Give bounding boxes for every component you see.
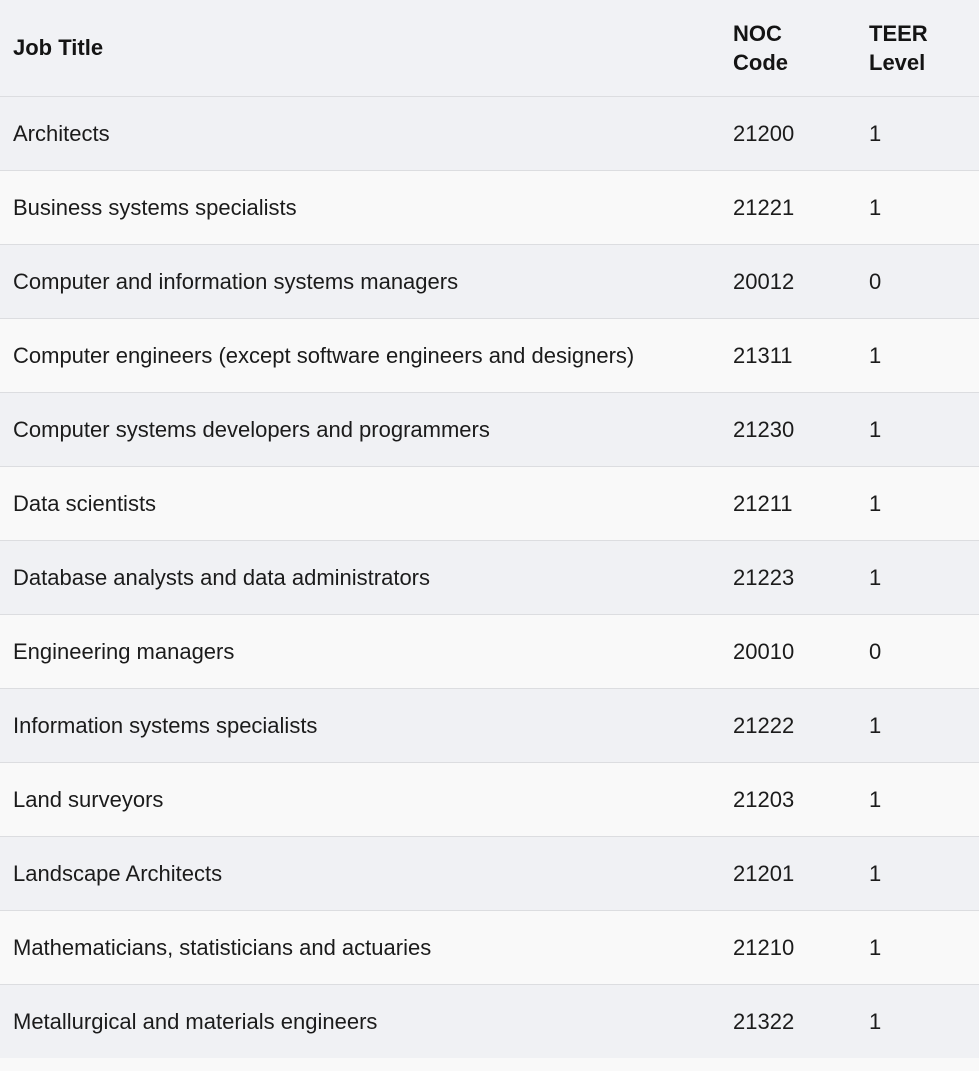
job-title-header-label: Job Title bbox=[13, 35, 104, 61]
table-row: Data scientists 21211 1 bbox=[0, 466, 979, 541]
job-title-cell: Mathematicians, statisticians and actuar… bbox=[0, 910, 720, 985]
teer-level-cell: 1 bbox=[856, 96, 979, 171]
teer-header-label-line1: TEER bbox=[869, 20, 928, 46]
noc-code-cell: 20012 bbox=[720, 244, 856, 319]
table-row: Information systems specialists 21222 1 bbox=[0, 688, 979, 763]
table-body: Architects 21200 1 Business systems special… bbox=[0, 96, 979, 1058]
job-title-cell: Database analysts and data administrator… bbox=[0, 540, 720, 615]
teer-header-label-line2: Level bbox=[869, 49, 926, 75]
table-row: Landscape Architects 21201 1 bbox=[0, 836, 979, 911]
teer-level-cell: 1 bbox=[856, 170, 979, 245]
noc-code-cell: 21221 bbox=[720, 170, 856, 245]
teer-level-cell: 1 bbox=[856, 688, 979, 763]
job-title-cell: Land surveyors bbox=[0, 762, 720, 837]
column-header-noc-code: NOC Code bbox=[720, 0, 856, 97]
table-row: Computer engineers (except software engi… bbox=[0, 318, 979, 393]
job-title-cell: Computer and information systems manager… bbox=[0, 244, 720, 319]
teer-level-cell: 1 bbox=[856, 910, 979, 985]
teer-level-cell: 1 bbox=[856, 540, 979, 615]
job-title-cell: Metallurgical and materials engineers bbox=[13, 1008, 378, 1034]
table-row: Metallurgical and materials engineers 213… bbox=[0, 984, 979, 1058]
noc-code-cell: 21203 bbox=[720, 762, 856, 837]
header-row: Job Title NOC Code TEER Level bbox=[0, 0, 979, 97]
noc-code-cell: 21230 bbox=[720, 392, 856, 467]
table-row: Computer systems developers and programm… bbox=[0, 392, 979, 467]
job-title-cell: Architects bbox=[0, 96, 720, 171]
table-row: Computer and information systems manager… bbox=[0, 244, 979, 319]
table-row: Database analysts and data administrator… bbox=[0, 540, 979, 615]
noc-header-label-line1: NOC bbox=[733, 20, 782, 46]
noc-code-cell: 21200 bbox=[720, 96, 856, 171]
column-header-teer-level: TEER Level bbox=[856, 0, 979, 97]
teer-level-cell: 0 bbox=[856, 244, 979, 319]
job-title-cell: Engineering managers bbox=[0, 614, 720, 689]
noc-code-cell: 21223 bbox=[720, 540, 856, 615]
noc-code-cell: 21222 bbox=[720, 688, 856, 763]
teer-level-cell: 1 bbox=[869, 1008, 882, 1034]
table-header: Job Title NOC Code TEER Level bbox=[0, 0, 979, 97]
job-title-cell: Data scientists bbox=[0, 466, 720, 541]
job-title-cell: Business systems specialists bbox=[0, 170, 720, 245]
occupations-table: Job Title NOC Code TEER Level Architects 21… bbox=[0, 0, 979, 1058]
teer-level-cell: 1 bbox=[856, 836, 979, 911]
job-title-cell: Landscape Architects bbox=[0, 836, 720, 911]
table-row: Business systems specialists 21221 1 bbox=[0, 170, 979, 245]
teer-level-cell: 1 bbox=[856, 392, 979, 467]
teer-level-cell: 0 bbox=[856, 614, 979, 689]
table-row: Engineering managers 20010 0 bbox=[0, 614, 979, 689]
noc-code-cell: 21210 bbox=[720, 910, 856, 985]
noc-code-cell: 21322 bbox=[733, 1008, 795, 1034]
table-row: Land surveyors 21203 1 bbox=[0, 762, 979, 837]
table-row: Architects 21200 1 bbox=[0, 96, 979, 171]
noc-code-cell: 21211 bbox=[720, 466, 856, 541]
noc-code-cell: 21311 bbox=[720, 318, 856, 393]
noc-header-label-line2: Code bbox=[733, 49, 788, 75]
job-title-cell: Information systems specialists bbox=[0, 688, 720, 763]
column-header-job-title: Job Title bbox=[0, 0, 720, 97]
teer-level-cell: 1 bbox=[856, 318, 979, 393]
noc-code-cell: 21201 bbox=[720, 836, 856, 911]
job-title-cell: Computer engineers (except software engi… bbox=[0, 318, 720, 393]
table-row: Mathematicians, statisticians and actuar… bbox=[0, 910, 979, 985]
noc-code-cell: 20010 bbox=[720, 614, 856, 689]
job-title-cell: Computer systems developers and programm… bbox=[0, 392, 720, 467]
teer-level-cell: 1 bbox=[856, 466, 979, 541]
teer-level-cell: 1 bbox=[856, 762, 979, 837]
